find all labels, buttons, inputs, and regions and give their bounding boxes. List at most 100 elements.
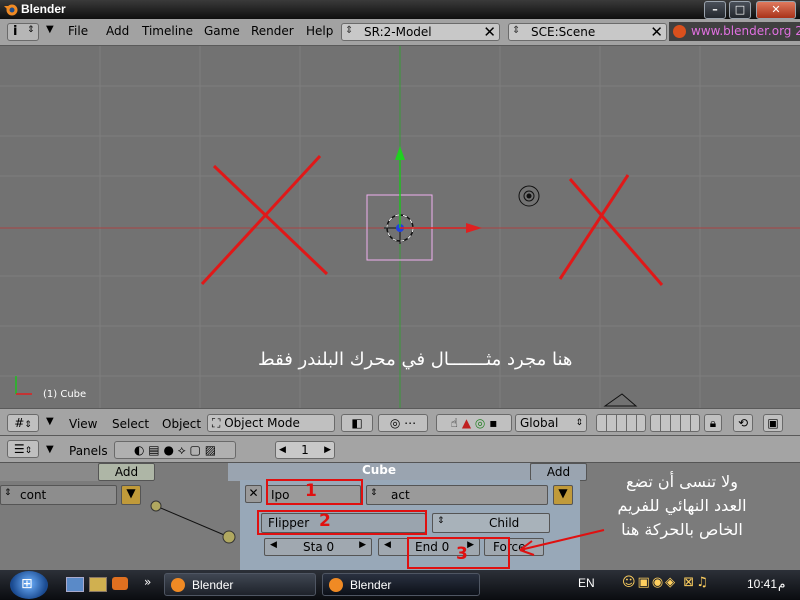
updown-icon: ⇕ <box>345 25 354 36</box>
tray-icons[interactable]: ☺▣◉◈ ⊠♫ <box>622 575 710 590</box>
updown-icon: ⇕ <box>575 418 583 428</box>
orientation-selector[interactable]: Global ⇕ <box>515 414 587 432</box>
lock-icon: 🔒︎ <box>709 416 717 430</box>
buttons-header: ☰⇕ ▼ Panels ◐ ▤ ● ⟡ ▢ ▨ ◀ 1 ▶ <box>0 436 800 463</box>
task-label: Blender <box>350 578 392 592</box>
window-titlebar: Blender – □ ✕ <box>0 0 800 19</box>
language-indicator[interactable]: EN <box>578 576 595 590</box>
menu-file[interactable]: File <box>68 24 88 38</box>
scene-icon[interactable]: ▨ <box>205 443 216 457</box>
layer-buttons-1[interactable] <box>596 414 646 432</box>
red-x-right-icon <box>558 174 664 286</box>
right-arrow-icon: ▶ <box>324 445 331 455</box>
blender-logo-icon <box>673 25 686 38</box>
menu-render[interactable]: Render <box>251 24 294 38</box>
draw-type-selector[interactable]: ◧ <box>341 414 373 432</box>
rotate-icon: ◎ <box>474 416 486 430</box>
draw-type-icon: ◧ <box>351 416 363 430</box>
scene-name[interactable]: SCE:Scene <box>531 25 595 39</box>
link-icon-button[interactable]: ⟲ <box>733 414 753 432</box>
note-line-1: ولا تنسى أن تضع <box>625 472 739 491</box>
pivot-icon: ◎ ⋯ <box>389 416 417 430</box>
info-icon: i <box>13 24 18 39</box>
blender-logo-icon <box>4 4 18 16</box>
menu-timeline[interactable]: Timeline <box>142 24 193 38</box>
x-arrow-icon <box>466 223 482 233</box>
image-icon: ▣ <box>767 416 779 430</box>
scene-selector[interactable]: ⇕ SCE:Scene ✕ <box>508 23 667 41</box>
left-arrow-icon: ◀ <box>279 445 286 455</box>
screen-name[interactable]: SR:2-Model <box>364 25 432 39</box>
note-line-3: الخاص بالحركة هنا <box>621 520 743 539</box>
menu-select[interactable]: Select <box>112 417 149 431</box>
viewport-type-selector[interactable]: #⇕ <box>7 414 39 432</box>
menu-help[interactable]: Help <box>306 24 333 38</box>
delete-scene-icon[interactable]: ✕ <box>650 23 663 41</box>
manipulator-toggles[interactable]: ☝ ▲ ◎ ▪ <box>436 414 512 432</box>
clock-ampm: م <box>778 577 786 591</box>
render-view-button[interactable]: ▣ <box>763 414 783 432</box>
frame-number-field[interactable]: ◀ 1 ▶ <box>275 441 335 459</box>
buttons-window-type-selector[interactable]: ☰⇕ <box>7 440 39 458</box>
taskbar-item-blender-1[interactable]: Blender <box>164 573 316 596</box>
close-window-button[interactable]: ✕ <box>756 1 796 19</box>
orientation-label: Global <box>520 416 559 430</box>
start-button[interactable]: ⊞ <box>10 571 48 599</box>
updown-icon: ⇕ <box>24 420 32 430</box>
blender-url-banner: www.blender.org 2 <box>669 22 800 41</box>
clock-time[interactable]: 10:41 <box>747 577 777 591</box>
arabic-instruction-note: ولا تنسى أن تضع العدد النهائي للفريم الخ… <box>592 470 772 542</box>
task-label: Blender <box>192 578 234 592</box>
blender-logo-icon <box>171 578 185 592</box>
collapse-menu-icon[interactable]: ▼ <box>46 24 54 35</box>
collapse-menu-icon[interactable]: ▼ <box>46 416 54 427</box>
arabic-note: هنا مجرد مثـــــــال في محرك البلندر فقط <box>258 349 573 370</box>
pivot-selector[interactable]: ◎ ⋯ <box>378 414 428 432</box>
show-desktop-icon[interactable] <box>66 577 84 592</box>
window-type-selector[interactable]: i ⇕ <box>7 23 39 41</box>
camera-icon <box>603 393 638 407</box>
scale-icon: ▪ <box>489 416 498 430</box>
menu-view[interactable]: View <box>69 417 97 431</box>
object-info-label: (1) Cube <box>43 389 87 400</box>
shading-icon[interactable]: ● <box>163 443 173 457</box>
object-icon[interactable]: ⟡ <box>178 443 186 457</box>
editing-icon[interactable]: ▢ <box>190 443 201 457</box>
windows-logo-icon: ⊞ <box>21 576 33 592</box>
explorer-icon[interactable] <box>89 577 107 592</box>
menu-object[interactable]: Object <box>162 417 201 431</box>
panels-label[interactable]: Panels <box>69 444 108 458</box>
taskbar-item-blender-2[interactable]: Blender <box>322 573 480 596</box>
mode-selector[interactable]: ⛶ Object Mode <box>207 414 335 432</box>
y-arrow-icon <box>395 146 405 160</box>
mode-label: Object Mode <box>224 416 300 430</box>
list-icon: ☰ <box>13 442 25 456</box>
viewport-header: #⇕ ▼ View Select Object ⛶ Object Mode ◧ … <box>0 408 800 436</box>
menu-game[interactable]: Game <box>204 24 240 38</box>
hand-icon: ☝ <box>450 416 458 430</box>
3d-viewport[interactable]: هنا مجرد مثـــــــال في محرك البلندر فقط… <box>0 46 800 408</box>
script-icon[interactable]: ▤ <box>148 443 159 457</box>
frame-number: 1 <box>301 443 309 457</box>
updown-icon: ⇕ <box>27 25 35 35</box>
minimize-button[interactable]: – <box>704 1 726 19</box>
media-player-icon[interactable] <box>112 577 128 590</box>
delete-screen-icon[interactable]: ✕ <box>483 23 496 41</box>
window-title: Blender <box>21 2 66 16</box>
lock-layers-button[interactable]: 🔒︎ <box>704 414 722 432</box>
note-line-2: العدد النهائي للفريم <box>617 496 747 515</box>
logic-icon[interactable]: ◐ <box>134 443 144 457</box>
blender-url: www.blender.org 2 <box>691 24 800 38</box>
context-buttons[interactable]: ◐ ▤ ● ⟡ ▢ ▨ <box>114 441 236 459</box>
more-icon[interactable]: » <box>144 575 151 589</box>
windows-taskbar: ⊞ » Blender Blender EN ☺▣◉◈ ⊠♫ 10:41 م <box>0 570 800 600</box>
red-x-left-icon <box>200 154 329 286</box>
updown-icon: ⇕ <box>24 446 33 456</box>
grid-icon: # <box>14 416 25 430</box>
maximize-button[interactable]: □ <box>729 1 751 19</box>
screen-selector[interactable]: ⇕ SR:2-Model ✕ <box>341 23 500 41</box>
layer-buttons-2[interactable] <box>650 414 700 432</box>
blender-logo-icon <box>329 578 343 592</box>
menu-add[interactable]: Add <box>106 24 129 38</box>
collapse-menu-icon[interactable]: ▼ <box>46 444 54 455</box>
